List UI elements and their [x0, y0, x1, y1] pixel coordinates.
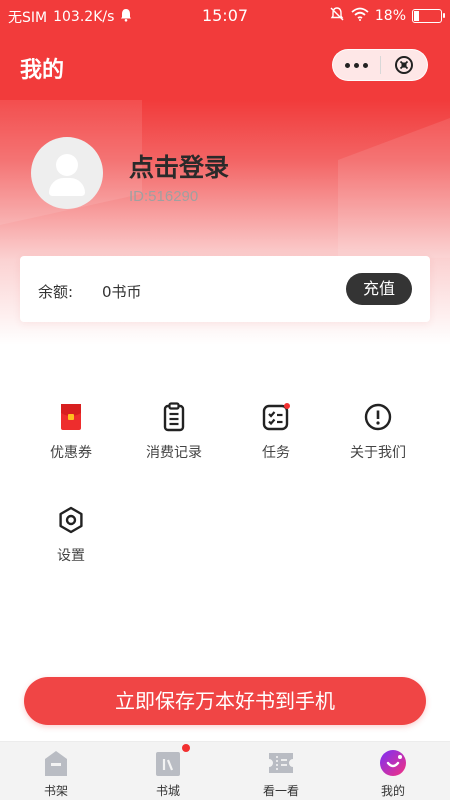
- ticket-icon: [266, 748, 296, 778]
- avatar-body: [49, 178, 85, 196]
- menu-label: 设置: [57, 548, 85, 564]
- decorative-shape: [338, 118, 450, 258]
- task-notification-dot: [284, 403, 290, 409]
- recharge-button[interactable]: 充值: [346, 273, 412, 305]
- coupon-icon: [56, 402, 86, 432]
- more-dots-icon: [344, 62, 368, 68]
- menu-item-coupon[interactable]: 优惠券: [21, 402, 121, 482]
- battery-percent: 18%: [374, 8, 406, 24]
- close-button[interactable]: [381, 50, 428, 80]
- mute-bell-icon: [329, 6, 345, 26]
- avatar-head: [56, 154, 78, 176]
- login-link[interactable]: 点击登录: [129, 148, 229, 184]
- tab-bar: 书架 书城 看一看 我的: [0, 741, 450, 800]
- settings-hexagon-icon: [56, 505, 86, 535]
- mini-program-capsule: [332, 49, 428, 81]
- task-list-icon: [261, 402, 291, 432]
- menu-label: 任务: [262, 445, 290, 461]
- tab-bookstore[interactable]: 书城: [112, 744, 224, 798]
- balance-value: 0书币: [102, 283, 142, 301]
- status-right: 18%: [329, 6, 445, 26]
- page-title: 我的: [20, 58, 65, 83]
- tab-mine[interactable]: 我的: [337, 748, 449, 798]
- menu-item-task[interactable]: 任务: [226, 402, 326, 482]
- user-id: ID:516290: [129, 188, 199, 205]
- profile-icon: [378, 748, 408, 778]
- bookstore-icon: [153, 744, 190, 778]
- menu-item-consumption-record[interactable]: 消费记录: [124, 402, 224, 482]
- balance-label: 余额:: [38, 283, 74, 301]
- tab-look[interactable]: 看一看: [225, 748, 337, 798]
- more-button[interactable]: [333, 50, 380, 80]
- battery-icon: [412, 9, 445, 23]
- menu-label: 关于我们: [350, 445, 406, 461]
- close-circle-icon: [394, 56, 413, 74]
- tab-bookshelf[interactable]: 书架: [0, 748, 112, 798]
- clipboard-icon: [159, 402, 189, 432]
- bookstore-badge-dot: [182, 744, 190, 752]
- balance-card: 余额: 0书币 充值: [20, 256, 430, 322]
- tab-label: 书城: [155, 784, 180, 798]
- info-circle-icon: [363, 402, 393, 432]
- menu-item-about-us[interactable]: 关于我们: [328, 402, 428, 482]
- menu-item-settings[interactable]: 设置: [21, 505, 121, 585]
- tab-label: 看一看: [262, 784, 299, 798]
- bookshelf-icon: [41, 748, 71, 778]
- tab-label: 我的: [380, 784, 405, 798]
- save-books-button[interactable]: 立即保存万本好书到手机: [24, 677, 426, 725]
- title-bar: 我的: [0, 32, 450, 100]
- avatar[interactable]: [31, 137, 103, 209]
- menu-label: 消费记录: [146, 445, 202, 461]
- menu-label: 优惠券: [50, 445, 92, 461]
- tab-label: 书架: [43, 784, 68, 798]
- wifi-icon: [351, 7, 369, 25]
- status-bar: 无SIM 103.2K/s 15:07 18%: [0, 0, 450, 32]
